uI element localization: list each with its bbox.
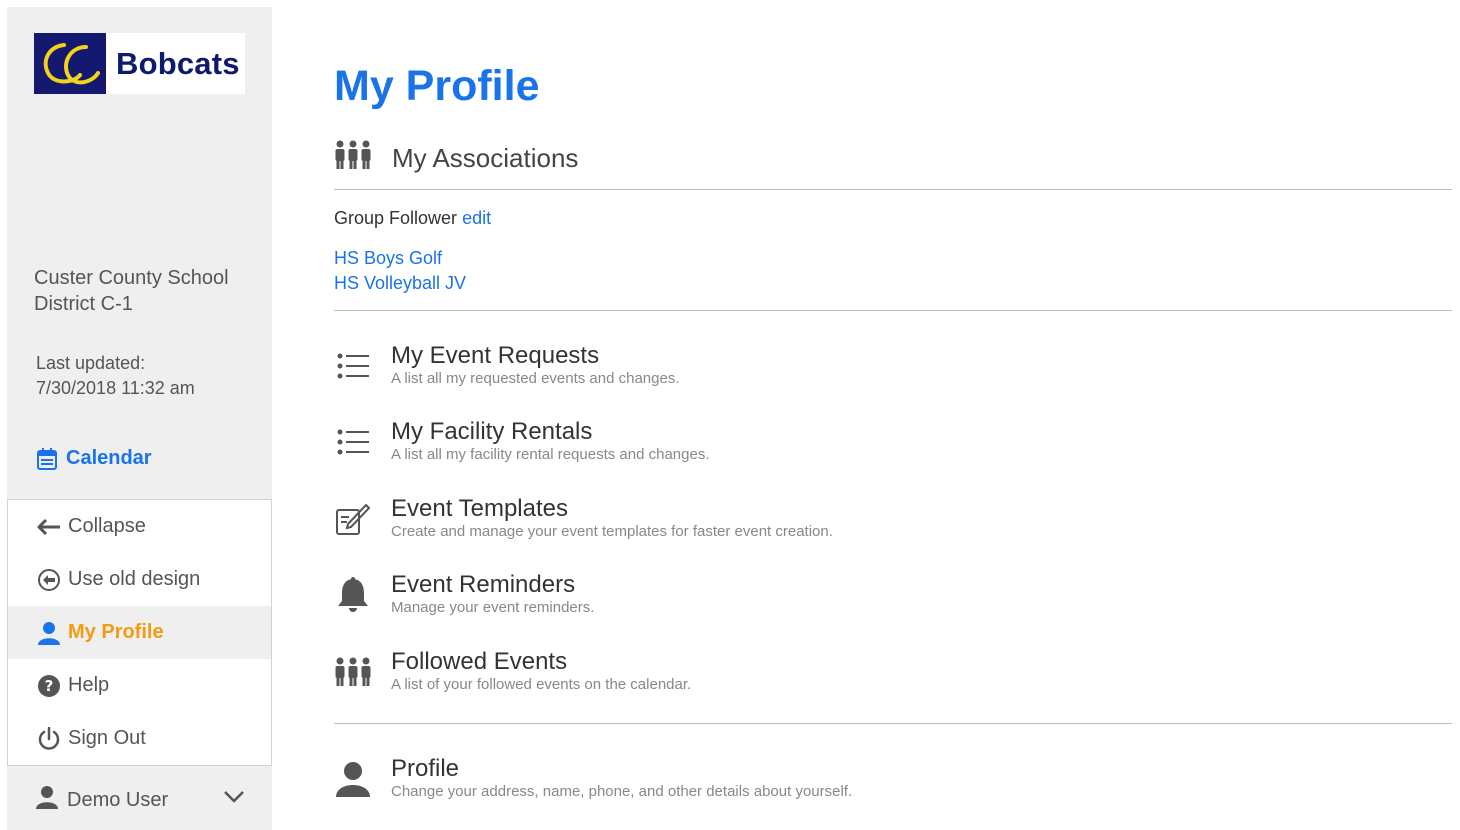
event-templates-item[interactable]: Event Templates Create and manage your e… [334, 495, 833, 541]
menu-item-label: Collapse [68, 515, 146, 537]
logo[interactable]: Bobcats [34, 33, 245, 94]
associations-heading: My Associations [334, 140, 578, 177]
group-follower-row: Group Follower edit [334, 208, 491, 229]
calendar-icon [37, 447, 57, 470]
association-item: HS Boys Golf [334, 248, 442, 269]
association-link[interactable]: HS Boys Golf [334, 248, 442, 268]
user-name: Demo User [67, 788, 169, 811]
menu-item-help[interactable]: ? Help [8, 659, 271, 712]
user-menu-toggle[interactable]: Demo User [35, 785, 245, 815]
power-icon [36, 726, 62, 752]
divider [334, 723, 1452, 724]
calendar-link[interactable]: Calendar [37, 447, 152, 470]
feature-description: A list all my facility rental requests a… [391, 446, 710, 463]
menu-item-label: Sign Out [68, 727, 146, 749]
feature-title: Event Templates [391, 495, 568, 522]
menu-item-collapse[interactable]: Collapse [8, 500, 271, 553]
user-icon [334, 761, 372, 797]
logo-mark-icon [34, 33, 106, 94]
group-icon [334, 654, 372, 690]
question-circle-icon: ? [36, 673, 62, 699]
last-updated-label: Last updated: [36, 353, 146, 373]
page-title: My Profile [334, 62, 540, 110]
user-icon [35, 785, 59, 815]
menu-item-label: Use old design [68, 568, 201, 590]
menu-item-use-old-design[interactable]: Use old design [8, 553, 271, 606]
sidebar-menu: Collapse Use old design My Profile ? Hel… [7, 499, 272, 766]
circle-arrow-left-icon [36, 567, 62, 593]
feature-title: Profile [391, 755, 460, 782]
feature-title: Event Reminders [391, 571, 576, 598]
event-reminders-item[interactable]: Event Reminders Manage your event remind… [334, 571, 594, 617]
feature-title: My Event Requests [391, 342, 600, 369]
menu-item-my-profile[interactable]: My Profile [8, 606, 271, 659]
followed-events-item[interactable]: Followed Events A list of your followed … [334, 648, 691, 694]
divider [334, 189, 1452, 190]
org-name: Custer County School District C-1 [34, 267, 229, 315]
feature-title: My Facility Rentals [391, 418, 593, 445]
feature-description: Change your address, name, phone, and ot… [391, 783, 853, 800]
last-updated-value: 7/30/2018 11:32 am [36, 378, 195, 398]
feature-title: Followed Events [391, 648, 568, 675]
feature-description: Manage your event reminders. [391, 599, 595, 616]
bell-icon [334, 577, 372, 613]
feature-description: A list all my requested events and chang… [391, 370, 680, 387]
associations-heading-label: My Associations [392, 143, 579, 173]
calendar-label: Calendar [66, 447, 152, 469]
edit-icon [334, 501, 372, 537]
user-icon [36, 620, 62, 646]
main-content: My Profile My Associations Group Followe… [334, 0, 1452, 830]
chevron-down-icon [223, 787, 245, 810]
menu-item-label: My Profile [68, 621, 164, 643]
profile-item[interactable]: Profile Change your address, name, phone… [334, 755, 852, 801]
group-follower-label: Group Follower [334, 208, 458, 228]
feature-description: Create and manage your event templates f… [391, 523, 833, 540]
menu-item-label: Help [68, 674, 110, 696]
association-link[interactable]: HS Volleyball JV [334, 273, 466, 293]
group-icon [334, 140, 372, 177]
list-icon [334, 424, 372, 460]
arrow-left-icon [36, 514, 62, 540]
list-icon [334, 348, 372, 384]
menu-item-sign-out[interactable]: Sign Out [8, 712, 271, 765]
sidebar: Bobcats Custer County School District C-… [7, 7, 272, 830]
logo-text: Bobcats [116, 45, 240, 81]
facility-rentals-item[interactable]: My Facility Rentals A list all my facili… [334, 418, 710, 464]
edit-link[interactable]: edit [462, 208, 491, 228]
svg-text:?: ? [45, 677, 54, 695]
association-item: HS Volleyball JV [334, 273, 466, 294]
divider [334, 310, 1452, 311]
feature-description: A list of your followed events on the ca… [391, 676, 692, 693]
event-requests-item[interactable]: My Event Requests A list all my requeste… [334, 342, 680, 388]
